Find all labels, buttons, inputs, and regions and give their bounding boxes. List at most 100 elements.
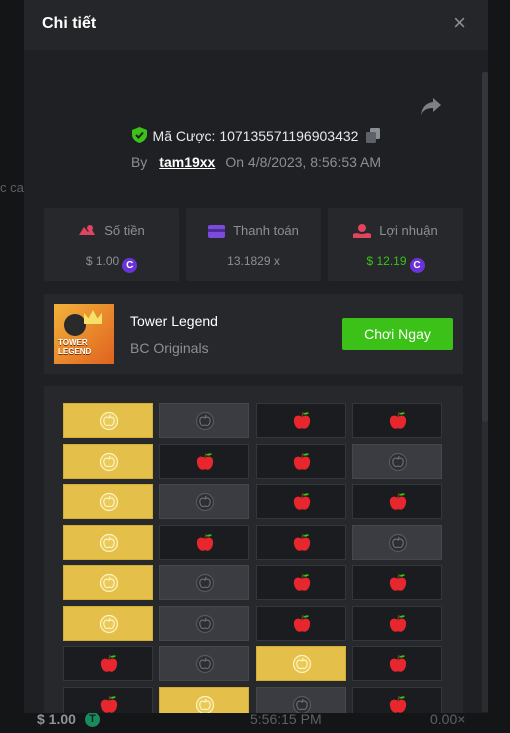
by-label: By [130,154,148,170]
apple-outline-icon [99,492,119,512]
background-text: c ca [0,180,24,195]
gorilla-icon [64,314,86,336]
stat-profit-value-row: $ 12.19 C [328,254,463,273]
stat-payout: Thanh toán 13.1829 x [186,208,321,281]
verified-shield-icon [131,127,147,143]
board-cell-dark [159,646,249,681]
apple-outline-icon [292,695,312,713]
board-cell-dark [159,484,249,519]
board-cell-dark [159,605,249,641]
board-cell-apple [256,484,346,519]
board-cell-gold [63,605,153,641]
board-cell-dark [256,686,346,713]
modal-header: Chi tiết × [24,0,488,50]
board-cell-apple [352,646,442,681]
username-link[interactable]: tam19xx [159,154,215,170]
red-apple-icon [389,573,407,591]
apple-outline-icon [388,533,408,552]
board-cell-apple [352,484,442,519]
stat-amount-label-row: Số tiền [44,223,179,238]
board-cell-apple [159,443,249,479]
red-apple-icon [196,533,214,551]
game-provider: BC Originals [130,340,209,356]
thumbnail-text: TOWER LEGEND [58,338,92,356]
stat-profit-label: Lợi nhuận [379,223,438,238]
scrollbar-thumb[interactable] [482,72,488,422]
board-cell-gold [63,403,153,438]
board-cell-apple [352,565,442,600]
apple-outline-icon [195,614,215,633]
board-cell-gold [256,646,346,681]
bet-id-line: Mã Cược: 107135571196903432 [24,127,488,144]
apple-outline-icon [195,573,215,593]
red-apple-icon [293,614,311,632]
copy-icon[interactable] [366,128,381,143]
apple-outline-icon [99,452,119,471]
board-cell-apple [256,403,346,438]
board-cell-apple [256,605,346,641]
board-cell-apple [352,605,442,641]
bet-amount-icon [79,225,96,235]
apple-outline-icon [195,654,215,674]
board-cell-apple [159,524,249,560]
play-now-button[interactable]: Chơi Ngay [342,318,453,350]
board-cell-dark [159,403,249,438]
tether-coin-icon: T [85,712,100,727]
apple-outline-icon [99,411,119,431]
red-apple-icon [293,533,311,551]
board-cell-gold [63,565,153,600]
game-card: TOWER LEGEND Tower Legend BC Originals C… [44,294,463,374]
board-cell-apple [352,686,442,713]
board-cell-gold [63,524,153,560]
apple-outline-icon [195,492,215,512]
stat-amount-value: $ 1.00 [85,254,120,268]
game-name: Tower Legend [130,313,218,329]
profit-icon [353,224,372,238]
background-time: 5:56:15 PM [250,711,322,727]
apple-outline-icon [195,411,215,431]
red-apple-icon [293,411,311,429]
bet-datetime: 4/8/2023, 8:56:53 AM [247,154,382,170]
board-cell-apple [63,686,153,713]
apple-outline-icon [195,695,215,713]
stat-profit: Lợi nhuận $ 12.19 C [328,208,463,281]
apple-outline-icon [99,533,119,552]
red-apple-icon [196,452,214,470]
stat-profit-value: $ 12.19 [366,254,407,268]
board-cell-apple [256,565,346,600]
apple-outline-icon [99,573,119,593]
stat-payout-value: 13.1829 x [227,254,280,268]
game-thumbnail[interactable]: TOWER LEGEND [54,304,114,364]
stat-profit-label-row: Lợi nhuận [328,223,463,238]
bc-coin-icon: C [122,258,138,273]
bet-id-value: 107135571196903432 [219,128,359,144]
board-cell-dark [352,524,442,560]
red-apple-icon [389,654,407,672]
bc-coin-icon: C [409,258,425,273]
red-apple-icon [100,654,118,672]
red-apple-icon [293,492,311,510]
crown-icon [84,310,102,324]
wallet-icon [208,225,226,238]
red-apple-icon [389,614,407,632]
red-apple-icon [100,695,118,713]
red-apple-icon [389,695,407,713]
bet-author-line: By tam19xx On 4/8/2023, 8:56:53 AM [24,154,488,170]
stat-payout-label-row: Thanh toán [186,223,321,238]
board-cell-dark [159,565,249,600]
board-cell-gold [63,443,153,479]
board-cell-dark [352,443,442,479]
board-cell-gold [63,484,153,519]
bet-id-label: Mã Cược: [152,128,216,144]
board-cell-apple [63,646,153,681]
board-cell-gold [159,686,249,713]
board-cell-apple [352,403,442,438]
apple-outline-icon [292,654,312,674]
stat-amount-value-row: $ 1.00 C [44,254,179,273]
share-icon[interactable] [420,96,442,116]
red-apple-icon [293,452,311,470]
close-button[interactable]: × [453,12,466,34]
background-amount: $ 1.00 [37,711,76,727]
stat-amount-label: Số tiền [104,223,145,238]
apple-outline-icon [388,452,408,471]
